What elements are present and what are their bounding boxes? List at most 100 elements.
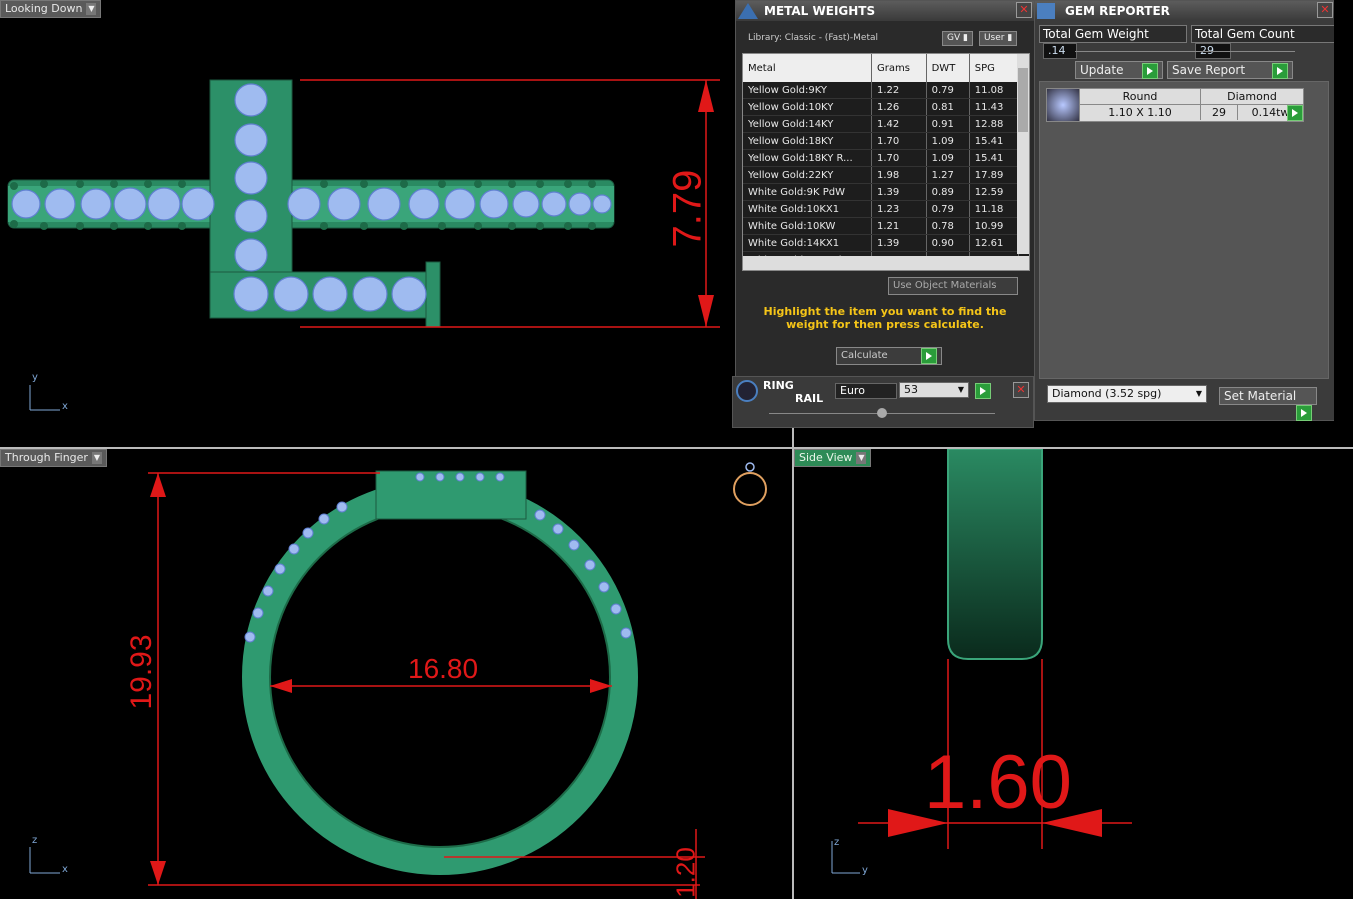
material-select-value: Diamond (3.52 spg)	[1052, 387, 1162, 400]
ring-rail-title-line1: RING	[763, 379, 794, 392]
set-material-button[interactable]: Set Material	[1219, 387, 1317, 421]
axis-label-z: z	[32, 835, 38, 846]
viewport-divider-horizontal[interactable]	[0, 447, 1353, 449]
table-row[interactable]: Yellow Gold:14KY 1.42 0.91 12.88	[743, 115, 1020, 133]
viewport-divider-vertical[interactable]	[792, 425, 794, 899]
gem-reporter-titlebar[interactable]: GEM REPORTER ✕	[1035, 1, 1335, 21]
table-cell: 11.43	[969, 98, 1020, 116]
table-row[interactable]: Yellow Gold:10KY 1.26 0.81 11.43	[743, 98, 1020, 116]
table-cell: 15.41	[969, 149, 1020, 167]
metal-weights-titlebar[interactable]: METAL WEIGHTS ✕	[736, 1, 1034, 21]
chevron-down-icon: ▼	[1195, 389, 1202, 398]
metal-table-container[interactable]: Metal Grams DWT SPG Yellow Gold:9KY 1.22 0.79…	[742, 53, 1030, 271]
viewport-side-view[interactable]: Side View ▼ 1.60 z y	[794, 449, 1353, 899]
table-row[interactable]: Yellow Gold:22KY 1.98 1.27 17.89	[743, 166, 1020, 184]
table-row[interactable]: White Gold:9K PdW 1.39 0.89 12.59	[743, 183, 1020, 201]
table-cell: 0.79	[926, 200, 970, 218]
dimension-width-label: 1.60	[924, 740, 1072, 825]
table-cell: Yellow Gold:18KY	[743, 132, 872, 150]
column-header-spg[interactable]: SPG	[969, 54, 1020, 82]
table-cell: 0.78	[926, 217, 970, 235]
close-icon[interactable]: ✕	[1317, 2, 1333, 18]
gv-label: GV	[947, 33, 961, 43]
total-count-label: Total Gem Count	[1195, 27, 1295, 41]
metal-weights-table[interactable]: Metal Grams DWT SPG Yellow Gold:9KY 1.22 0.79…	[743, 54, 1020, 269]
table-cell: White Gold:10KW	[743, 217, 872, 235]
update-button[interactable]: Update	[1075, 61, 1163, 79]
table-cell: 1.21	[871, 217, 927, 235]
table-cell: 11.18	[969, 200, 1020, 218]
ring-rail-title-line2: RAIL	[795, 392, 824, 405]
ring-rail-panel: RING RAIL Euro 53 ▼ ✕	[732, 376, 1034, 428]
total-gem-weight-group: Total Gem Weight .14	[1039, 25, 1188, 59]
gv-toggle[interactable]: GV ▮	[942, 31, 973, 46]
dimension-outer-height-label: 19.93	[125, 634, 158, 710]
column-header-metal[interactable]: Metal	[743, 54, 872, 82]
size-standard-field[interactable]: Euro	[835, 383, 897, 399]
right-edge-panel-fragment	[1334, 0, 1353, 447]
table-cell: 1.39	[871, 183, 927, 201]
slider-handle[interactable]	[877, 408, 887, 418]
table-cell: 1.70	[871, 132, 927, 150]
total-gem-count-group: Total Gem Count 29	[1191, 25, 1335, 59]
play-icon	[1296, 405, 1312, 421]
use-object-materials-label: Use Object Materials	[893, 280, 997, 291]
dimension-inner-diameter-label: 16.80	[408, 653, 479, 684]
calculate-label: Calculate	[841, 350, 888, 361]
table-cell: 1.22	[871, 82, 927, 99]
save-report-button[interactable]: Save Report	[1167, 61, 1293, 79]
ring-rail-apply-button[interactable]	[975, 383, 991, 399]
table-cell: White Gold:14KX1	[743, 234, 872, 252]
viewport-looking-down[interactable]: Looking Down ▼ 7.79 y x	[0, 0, 735, 447]
gem-list-area[interactable]: Round Diamond 1.10 X 1.10 29 0.14tw	[1039, 81, 1329, 379]
table-cell: 1.26	[871, 98, 927, 116]
gem-size: 1.10 X 1.10	[1080, 105, 1201, 120]
user-toggle[interactable]: User ▮	[978, 31, 1018, 46]
gem-row-expand-button[interactable]	[1287, 105, 1303, 121]
ring-top-view	[7, 79, 720, 411]
ring-size-value: 53	[904, 383, 918, 396]
table-cell: 12.88	[969, 115, 1020, 133]
vertical-scrollbar[interactable]	[1017, 54, 1029, 254]
table-row[interactable]: Yellow Gold:9KY 1.22 0.79 11.08	[743, 82, 1020, 99]
close-icon[interactable]: ✕	[1016, 2, 1032, 18]
axis-label-z: z	[834, 837, 840, 848]
set-material-label: Set Material	[1224, 389, 1297, 403]
user-label: User	[983, 33, 1005, 43]
close-icon[interactable]: ✕	[1013, 382, 1029, 398]
gem-thumbnail-icon	[1047, 89, 1080, 121]
column-header-dwt[interactable]: DWT	[926, 54, 970, 82]
column-header-grams[interactable]: Grams	[871, 54, 927, 82]
material-select[interactable]: Diamond (3.52 spg) ▼	[1047, 385, 1207, 403]
table-cell: Yellow Gold:22KY	[743, 166, 872, 184]
table-row[interactable]: White Gold:10KX1 1.23 0.79 11.18	[743, 200, 1020, 218]
gem-list-row[interactable]: Round Diamond 1.10 X 1.10 29 0.14tw	[1046, 88, 1304, 122]
horizontal-scrollbar[interactable]	[743, 256, 1029, 270]
table-cell: 1.27	[926, 166, 970, 184]
use-object-materials-toggle[interactable]: Use Object Materials	[888, 277, 1018, 295]
axis-label-x: x	[62, 401, 68, 412]
axis-label-x: x	[62, 864, 68, 875]
table-cell: Yellow Gold:14KY	[743, 115, 872, 133]
total-weight-label: Total Gem Weight	[1043, 27, 1149, 41]
play-icon	[1272, 63, 1288, 79]
table-row[interactable]: Yellow Gold:18KY 1.70 1.09 15.41	[743, 132, 1020, 150]
table-cell: Yellow Gold:18KY R...	[743, 149, 872, 167]
gem-reporter-slider[interactable]	[1075, 51, 1295, 52]
axis-label-y: y	[862, 865, 868, 876]
table-cell: White Gold:10KX1	[743, 200, 872, 218]
calculate-button[interactable]: Calculate	[836, 347, 942, 365]
table-cell: 0.89	[926, 183, 970, 201]
ring-size-select[interactable]: 53 ▼	[899, 382, 969, 398]
ring-rail-icon	[736, 380, 758, 402]
viewport-through-finger[interactable]: Through Finger ▼ 19.93 16.80 1.20 z x	[0, 449, 792, 899]
ring-size-icon[interactable]	[732, 459, 768, 509]
axis-label-y: y	[32, 372, 38, 383]
update-label: Update	[1080, 63, 1124, 77]
table-row[interactable]: White Gold:14KX1 1.39 0.90 12.61	[743, 234, 1020, 252]
table-row[interactable]: Yellow Gold:18KY R... 1.70 1.09 15.41	[743, 149, 1020, 167]
play-icon	[1142, 63, 1158, 79]
table-row[interactable]: White Gold:10KW 1.21 0.78 10.99	[743, 217, 1020, 235]
scrollbar-thumb[interactable]	[1018, 68, 1028, 132]
metal-weights-panel: METAL WEIGHTS ✕ Library: Classic - (Fast…	[735, 0, 1035, 377]
